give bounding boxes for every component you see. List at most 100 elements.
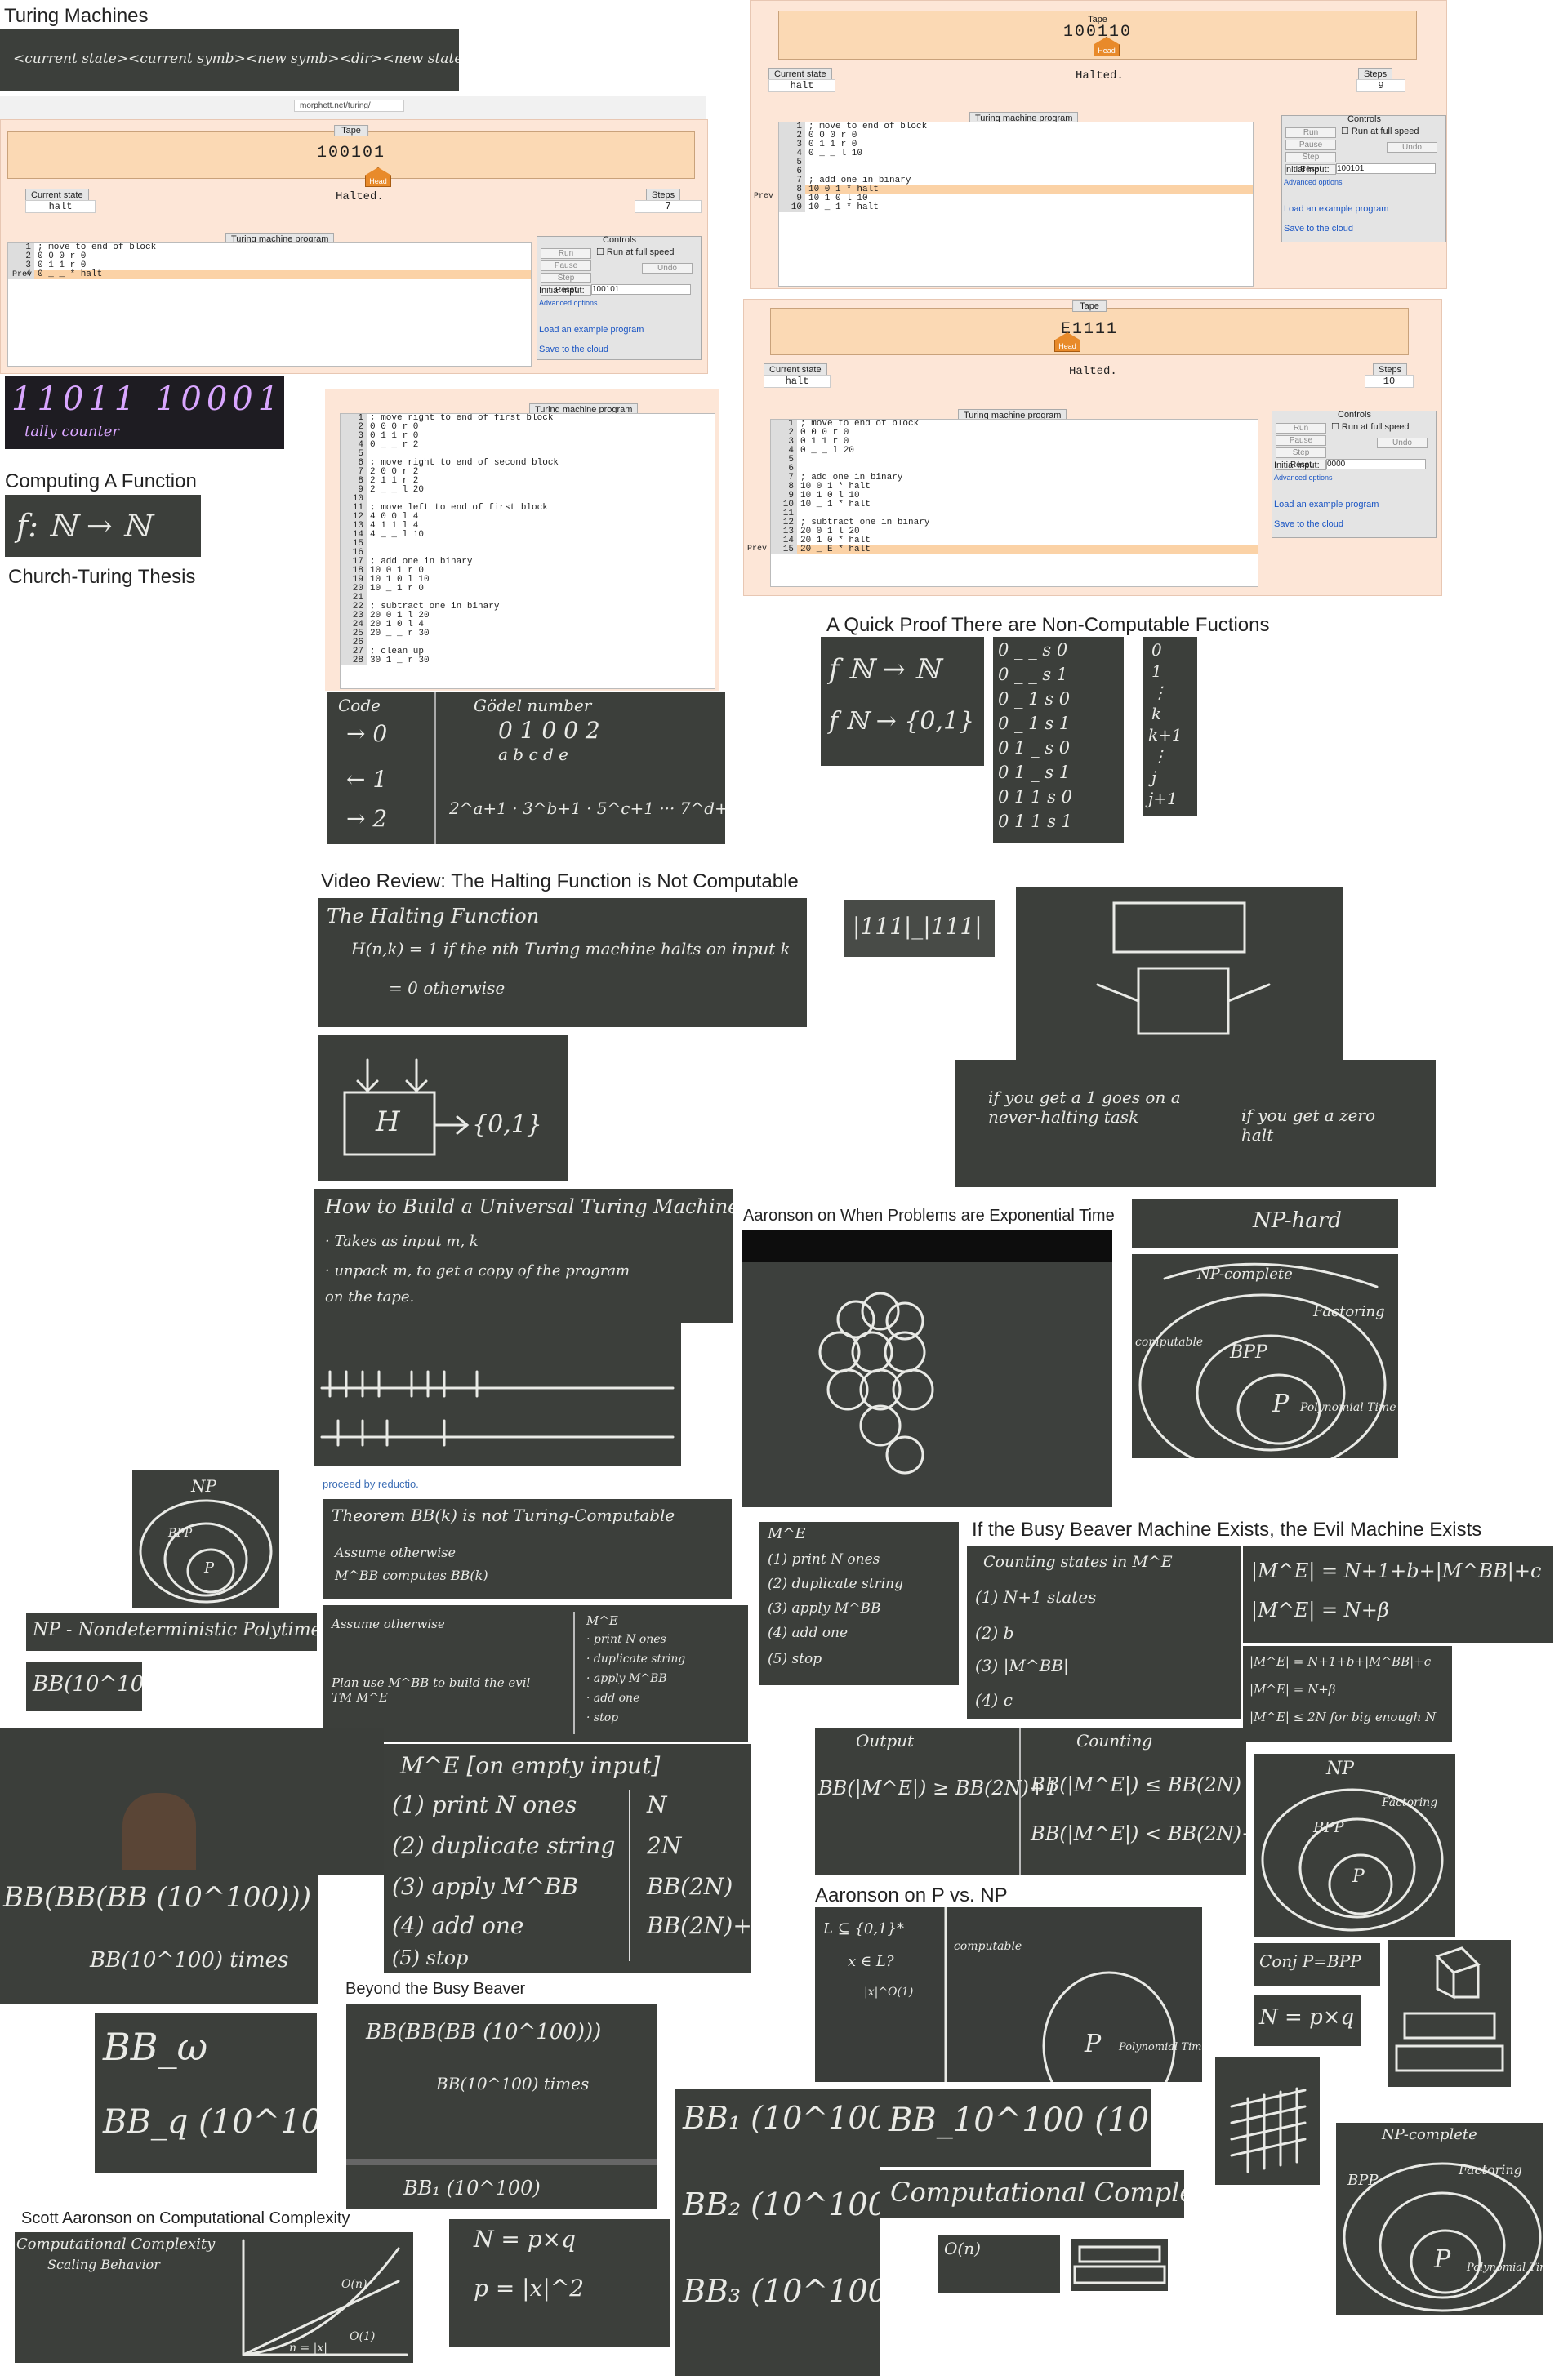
me-eq1-small: |M^E| = N+1+b+|M^BB|+c [1250, 1654, 1432, 1669]
pause-button[interactable]: Pause [1276, 435, 1326, 446]
step-button[interactable]: Step [1276, 447, 1326, 458]
n-len-text: n = |x| [289, 2342, 327, 2355]
state-value: halt [768, 79, 835, 92]
save-cloud-link[interactable]: Save to the cloud [1274, 519, 1343, 529]
program-editor[interactable]: 1; move to end of block 20 0 0 r 0 30 1 … [7, 242, 532, 367]
initial-input-field[interactable]: 100101 [591, 284, 691, 295]
caption-halting-review: Video Review: The Halting Function is No… [321, 870, 799, 892]
k-row: k+1 [1148, 725, 1183, 745]
photo-lecturer-tally [0, 1728, 384, 1875]
board-scaling: Computational Complexity Scaling Behavio… [15, 2232, 413, 2363]
caption-beyond-bb: Beyond the Busy Beaver [345, 1980, 526, 1998]
k-row: ⋮ [1152, 746, 1168, 766]
pause-button[interactable]: Pause [541, 260, 591, 271]
factoring-text: Factoring [1313, 1303, 1385, 1320]
program-line: 5 [771, 456, 1258, 465]
prev-marker: Prev [754, 192, 774, 201]
undo-button[interactable]: Undo [1377, 438, 1428, 448]
program-editor[interactable]: 1; move to end of block 20 0 0 r 0 30 1 … [778, 122, 1254, 287]
board-plan: Assume otherwise Plan use M^BB to build … [323, 1605, 748, 1742]
tm-simulator-3: Tape E1111 Head Current state halt Halte… [743, 299, 1442, 596]
k-row: j [1152, 767, 1157, 787]
board-evil-machine [1016, 887, 1343, 1060]
load-example-link[interactable]: Load an example program [1284, 204, 1388, 214]
k-row: ⋮ [1152, 683, 1168, 702]
board-tm-definition: <current state><current symb><new symb><… [0, 29, 459, 91]
poly-text: Polynomial Time [1119, 2041, 1202, 2053]
board-on-small: O(n) [938, 2235, 1060, 2293]
tape-value: 100110 [1062, 23, 1132, 42]
theorem-text: Theorem BB(k) is not Turing-Computable [332, 1506, 675, 1525]
p-text: P [1352, 1866, 1365, 1887]
run-button[interactable]: Run [541, 248, 591, 259]
table-row: 0 1 1 s 1 [998, 812, 1072, 831]
initial-input-label: Initial input: [1274, 460, 1320, 470]
tape-value: E1111 [1060, 320, 1118, 339]
bb-omega: BB_ω [103, 2025, 208, 2069]
utm-line: on the tape. [325, 1288, 415, 1306]
step-button[interactable]: Step [1285, 152, 1336, 162]
board-beyond-bb: BB(BB(BB (10^100))) BB(10^100) times BB₁… [346, 2004, 657, 2209]
xinl-text: x ∈ L? [848, 1953, 894, 1970]
status-text: Halted. [1076, 69, 1124, 82]
load-example-link[interactable]: Load an example program [539, 325, 644, 335]
browser-url[interactable]: morphett.net/turing/ [294, 100, 404, 112]
bb-nested-sub: BB(10^100) times [436, 2074, 590, 2093]
me-list-item: · apply M^BB [586, 1672, 667, 1685]
fnn-text: f ℕ → ℕ [829, 653, 940, 686]
run-button[interactable]: Run [1276, 423, 1326, 434]
code-row: → 0 [346, 720, 388, 747]
board-me-empty: M^E [on empty input] (1) print N ones (2… [384, 1744, 751, 1973]
full-speed-checkbox[interactable]: ☐ Run at full speed [596, 247, 674, 257]
program-editor[interactable]: 1; move to end of block 20 0 0 r 0 30 1 … [770, 419, 1258, 587]
table-row: 0 _ _ s 1 [998, 665, 1068, 684]
k-row: j+1 [1148, 789, 1178, 808]
board-tally-tape: |111|_|111| [844, 900, 995, 957]
program-line: 40 _ _ r 2 [341, 441, 715, 450]
initial-input-field[interactable]: 0000 [1326, 459, 1426, 469]
save-cloud-link[interactable]: Save to the cloud [539, 345, 608, 354]
full-speed-checkbox[interactable]: ☐ Run at full speed [1341, 126, 1419, 136]
program-editor[interactable]: 1; move right to end of first block 20 0… [340, 413, 715, 689]
save-cloud-link[interactable]: Save to the cloud [1284, 224, 1353, 234]
run-button[interactable]: Run [1285, 127, 1336, 138]
program-line-current: 15 20 _ E * halt [771, 545, 1258, 554]
table-row: 0 1 1 s 0 [998, 787, 1072, 807]
counting-row: (2) b [975, 1623, 1014, 1643]
board-bb-inequalities: Output Counting BB(|M^E|) ≥ BB(2N)+1 BB(… [815, 1728, 1246, 1875]
me-eq2-small: |M^E| = N+β [1250, 1682, 1336, 1697]
o1-text: O(1) [350, 2330, 376, 2343]
caption-turing-machines: Turing Machines [4, 5, 149, 27]
full-speed-checkbox[interactable]: ☐ Run at full speed [1331, 421, 1409, 432]
advanced-options-link[interactable]: Advanced options [1284, 178, 1343, 186]
code-row: ← 1 [346, 766, 388, 793]
undo-button[interactable]: Undo [642, 263, 693, 274]
board-me-equations-2: |M^E| = N+1+b+|M^BB|+c |M^E| = N+β |M^E|… [1243, 1646, 1452, 1742]
me-output: BB(2N) [647, 1873, 733, 1900]
advanced-options-link[interactable]: Advanced options [1274, 474, 1333, 482]
me-list-item: (4) add one [768, 1625, 849, 1641]
pause-button[interactable]: Pause [1285, 140, 1336, 150]
board-function: f: ℕ → ℕ [5, 495, 201, 557]
load-example-link[interactable]: Load an example program [1274, 500, 1379, 509]
bb2-text: BB₂ (10^100) [683, 2186, 880, 2222]
counting-row: (3) |M^BB| [975, 1656, 1069, 1675]
bb-nested-sub: BB(10^100) times [90, 1948, 289, 1973]
godel-header: Gödel number [474, 696, 592, 715]
me-list-item: (3) apply M^BB [392, 1873, 579, 1900]
controls-label: Controls [1348, 114, 1381, 124]
board-tally-small [1071, 2239, 1168, 2291]
program-line: 15 [341, 540, 715, 549]
step-button[interactable]: Step [541, 273, 591, 283]
program-line: 10 10 _ 1 * halt [779, 203, 1253, 212]
undo-button[interactable]: Undo [1387, 142, 1437, 153]
advanced-options-link[interactable]: Advanced options [539, 299, 598, 307]
tally-small-drawing [1073, 2245, 1166, 2284]
board-f-nn: f ℕ → ℕ f ℕ → {0,1} [821, 637, 984, 766]
initial-input-label: Initial input: [539, 286, 585, 296]
counting-label: Counting [1076, 1731, 1153, 1751]
board-evil-text: if you get a 1 goes on a never-halting t… [956, 1060, 1436, 1187]
bb-1-text: BB₁ (10^100) [403, 2177, 541, 2200]
board-bb-10-100-sub: BB_10^100 (10^100) [880, 2089, 1152, 2167]
initial-input-field[interactable]: 100101 [1336, 163, 1436, 174]
